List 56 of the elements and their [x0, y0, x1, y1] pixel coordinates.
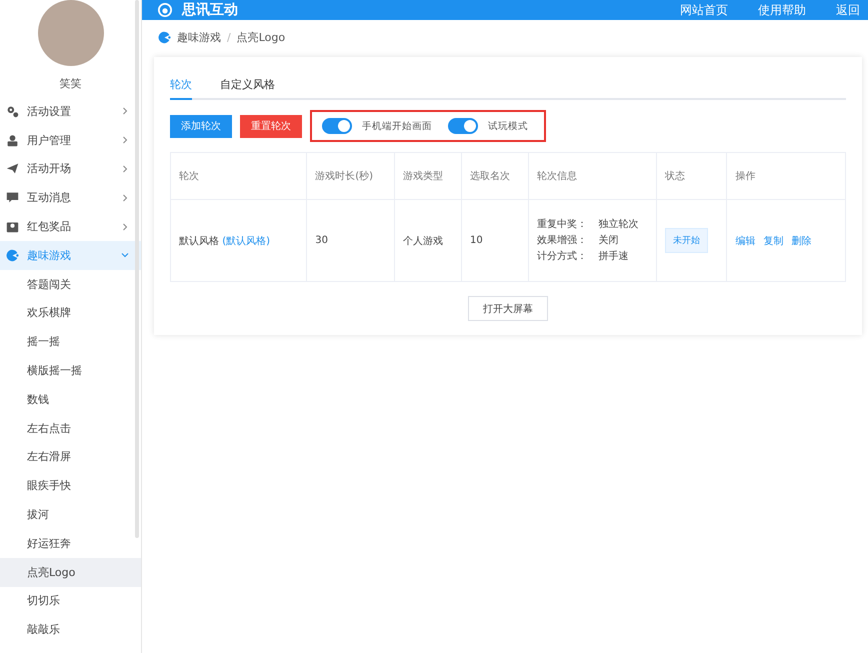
submenu-item[interactable]: 点亮Logo: [0, 558, 141, 587]
submenu-item[interactable]: 欢乐棋牌: [0, 298, 141, 328]
sidebar-item[interactable]: 活动设置: [0, 97, 141, 126]
column-header: 游戏类型: [394, 152, 462, 200]
submenu-item[interactable]: 切切乐: [0, 586, 141, 616]
logo-icon: [158, 3, 172, 17]
info-label: 重复中奖：: [536, 218, 588, 232]
column-header: 操作: [726, 152, 846, 200]
gamepad-icon: [158, 31, 171, 44]
paper-plane-icon: [6, 162, 19, 176]
info-label: 效果增强：: [536, 234, 588, 248]
submenu-item[interactable]: 数钱: [0, 384, 141, 414]
table-cell: 个人游戏: [394, 200, 462, 282]
toggle-switch[interactable]: [322, 118, 352, 134]
table-cell: 10: [461, 200, 528, 282]
logo-text: 思讯互动: [182, 1, 239, 19]
user-icon: [6, 134, 19, 147]
column-header: 轮次信息: [528, 152, 656, 200]
sidebar-item[interactable]: 红包奖品: [0, 212, 141, 241]
breadcrumb-separator: /: [227, 31, 231, 44]
submenu-item[interactable]: 摇一摇: [0, 327, 141, 356]
user-name: 笑笑: [58, 76, 82, 91]
column-header: 选取名次: [461, 152, 528, 200]
column-header: 游戏时长(秒): [306, 152, 395, 200]
submenu-item[interactable]: 横版摇一摇: [0, 356, 141, 385]
table-cell: 30: [306, 200, 395, 282]
chat-icon: [6, 191, 19, 204]
submenu-item[interactable]: 左右点击: [0, 414, 141, 443]
sidebar-item[interactable]: 活动开场: [0, 154, 141, 184]
submenu-item[interactable]: 好运狂奔: [0, 528, 141, 558]
round-name: 默认风格: [179, 236, 219, 246]
toggle-label: 手机端开始画面: [362, 120, 432, 132]
status-tag: 未开始: [664, 228, 708, 253]
action-button[interactable]: 重置轮次: [240, 114, 302, 138]
info-value: 独立轮次: [598, 218, 640, 232]
tab[interactable]: 自定义风格: [220, 73, 275, 100]
submenu-item[interactable]: 答题闯关: [0, 270, 141, 299]
submenu-item[interactable]: 眼疾手快: [0, 471, 141, 500]
sidebar-item[interactable]: 用户管理: [0, 126, 141, 155]
info-value: 关闭: [598, 234, 620, 248]
submenu-item[interactable]: 拔河: [0, 500, 141, 529]
submenu-item[interactable]: 左右滑屏: [0, 442, 141, 472]
info-value: 拼手速: [598, 250, 630, 264]
gears-icon: [6, 104, 19, 118]
gift-icon: [6, 220, 19, 234]
breadcrumb-item[interactable]: 趣味游戏: [177, 30, 221, 45]
toggle-label: 试玩模式: [488, 120, 528, 132]
sidebar-item[interactable]: 互动消息: [0, 183, 141, 212]
submenu-item[interactable]: 敲敲乐: [0, 615, 141, 644]
column-header: 轮次: [170, 152, 307, 200]
toggle-switch[interactable]: [448, 118, 478, 134]
breadcrumb-item: 点亮Logo: [236, 30, 286, 45]
gamepad-icon: [6, 248, 19, 262]
info-label: 计分方式：: [536, 250, 588, 264]
column-header: 状态: [656, 152, 727, 200]
open-screen-button[interactable]: 打开大屏幕: [468, 296, 548, 321]
